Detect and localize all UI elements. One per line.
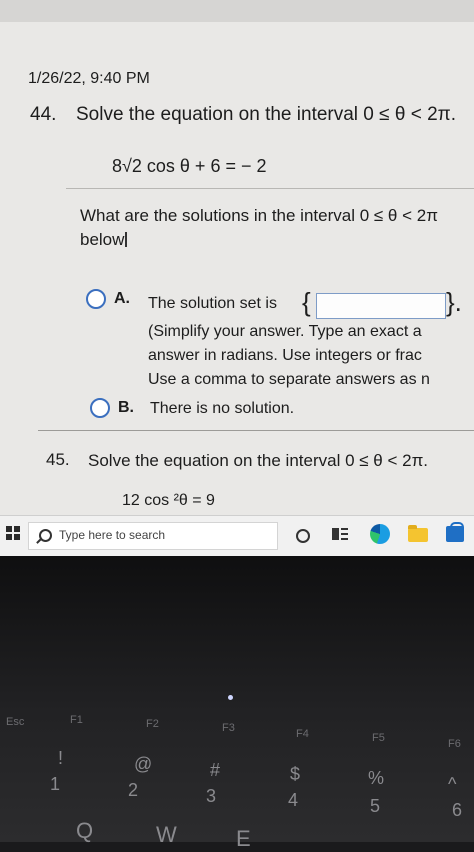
- question-45-number: 45.: [46, 450, 70, 469]
- question-45-equation: 12 cos ²θ = 9: [122, 492, 215, 509]
- key-1: 1: [50, 774, 61, 794]
- text-cursor-icon: [125, 232, 128, 247]
- option-a-hint-1: (Simplify your answer. Type an exact a: [148, 323, 422, 340]
- screen: 1/26/22, 9:40 PM 44. Solve the equation …: [0, 0, 474, 515]
- key-e: E: [236, 826, 251, 851]
- key-6-shift: ^: [448, 774, 457, 794]
- option-a-letter: A.: [114, 290, 130, 307]
- key-2: 2: [128, 780, 139, 800]
- power-led: [228, 695, 233, 700]
- brace-open: {: [302, 287, 311, 317]
- key-2-shift: @: [134, 754, 153, 774]
- cortana-icon[interactable]: [296, 529, 310, 543]
- print-timestamp: 1/26/22, 9:40 PM: [28, 70, 150, 87]
- key-4-shift: $: [290, 764, 301, 784]
- equation-divider: [66, 188, 474, 189]
- brace-close: }.: [446, 287, 462, 317]
- key-5: 5: [370, 796, 381, 816]
- question-44-prompt: What are the solutions in the interval 0…: [80, 204, 438, 252]
- key-f2: F2: [146, 718, 159, 730]
- search-placeholder: Type here to search: [59, 528, 166, 542]
- key-4: 4: [288, 790, 299, 810]
- search-icon: [39, 529, 52, 542]
- task-view-icon[interactable]: [332, 528, 348, 542]
- key-f3: F3: [222, 722, 235, 734]
- browser-top-strip: [0, 0, 474, 22]
- option-a-hint-2: answer in radians. Use integers or frac: [148, 347, 422, 364]
- laptop-keyboard: Esc F1 F2 F3 F4 F5 F6 ! 1 @ 2 # 3 $ 4 % …: [0, 556, 474, 851]
- key-q: Q: [76, 818, 94, 843]
- windows-taskbar: Type here to search: [0, 515, 474, 556]
- key-f4: F4: [296, 728, 309, 740]
- option-a-radio[interactable]: [86, 289, 106, 309]
- option-b-radio[interactable]: [90, 398, 110, 418]
- key-esc: Esc: [6, 716, 25, 728]
- question-44-equation: 8√2 cos θ + 6 = − 2: [112, 156, 267, 176]
- store-icon[interactable]: [446, 522, 464, 542]
- prompt-line-2: below: [80, 228, 438, 252]
- option-a-hint-3: Use a comma to separate answers as n: [148, 371, 430, 388]
- key-f6: F6: [448, 738, 461, 750]
- option-a-lead: The solution set is: [148, 295, 277, 312]
- question-44-text: Solve the equation on the interval 0 ≤ θ…: [76, 104, 457, 125]
- key-3-shift: #: [210, 760, 221, 780]
- key-5-shift: %: [368, 768, 385, 788]
- key-6: 6: [452, 800, 463, 820]
- key-3: 3: [206, 786, 217, 806]
- key-1-shift: !: [58, 748, 64, 768]
- edge-browser-icon[interactable]: [370, 524, 390, 544]
- file-explorer-icon[interactable]: [408, 525, 428, 542]
- question-45-text: Solve the equation on the interval 0 ≤ θ…: [88, 451, 429, 470]
- solution-set-input[interactable]: [316, 293, 446, 319]
- key-f5: F5: [372, 732, 385, 744]
- windows-start-icon[interactable]: [6, 526, 20, 540]
- key-f1: F1: [70, 714, 83, 726]
- option-b-letter: B.: [118, 399, 134, 416]
- question-44-number: 44.: [30, 104, 57, 125]
- taskbar-search-box[interactable]: Type here to search: [28, 522, 278, 550]
- prompt-line-1: What are the solutions in the interval 0…: [80, 206, 438, 225]
- key-w: W: [156, 822, 177, 847]
- option-b-text: There is no solution.: [150, 400, 295, 417]
- question-divider: [38, 430, 474, 431]
